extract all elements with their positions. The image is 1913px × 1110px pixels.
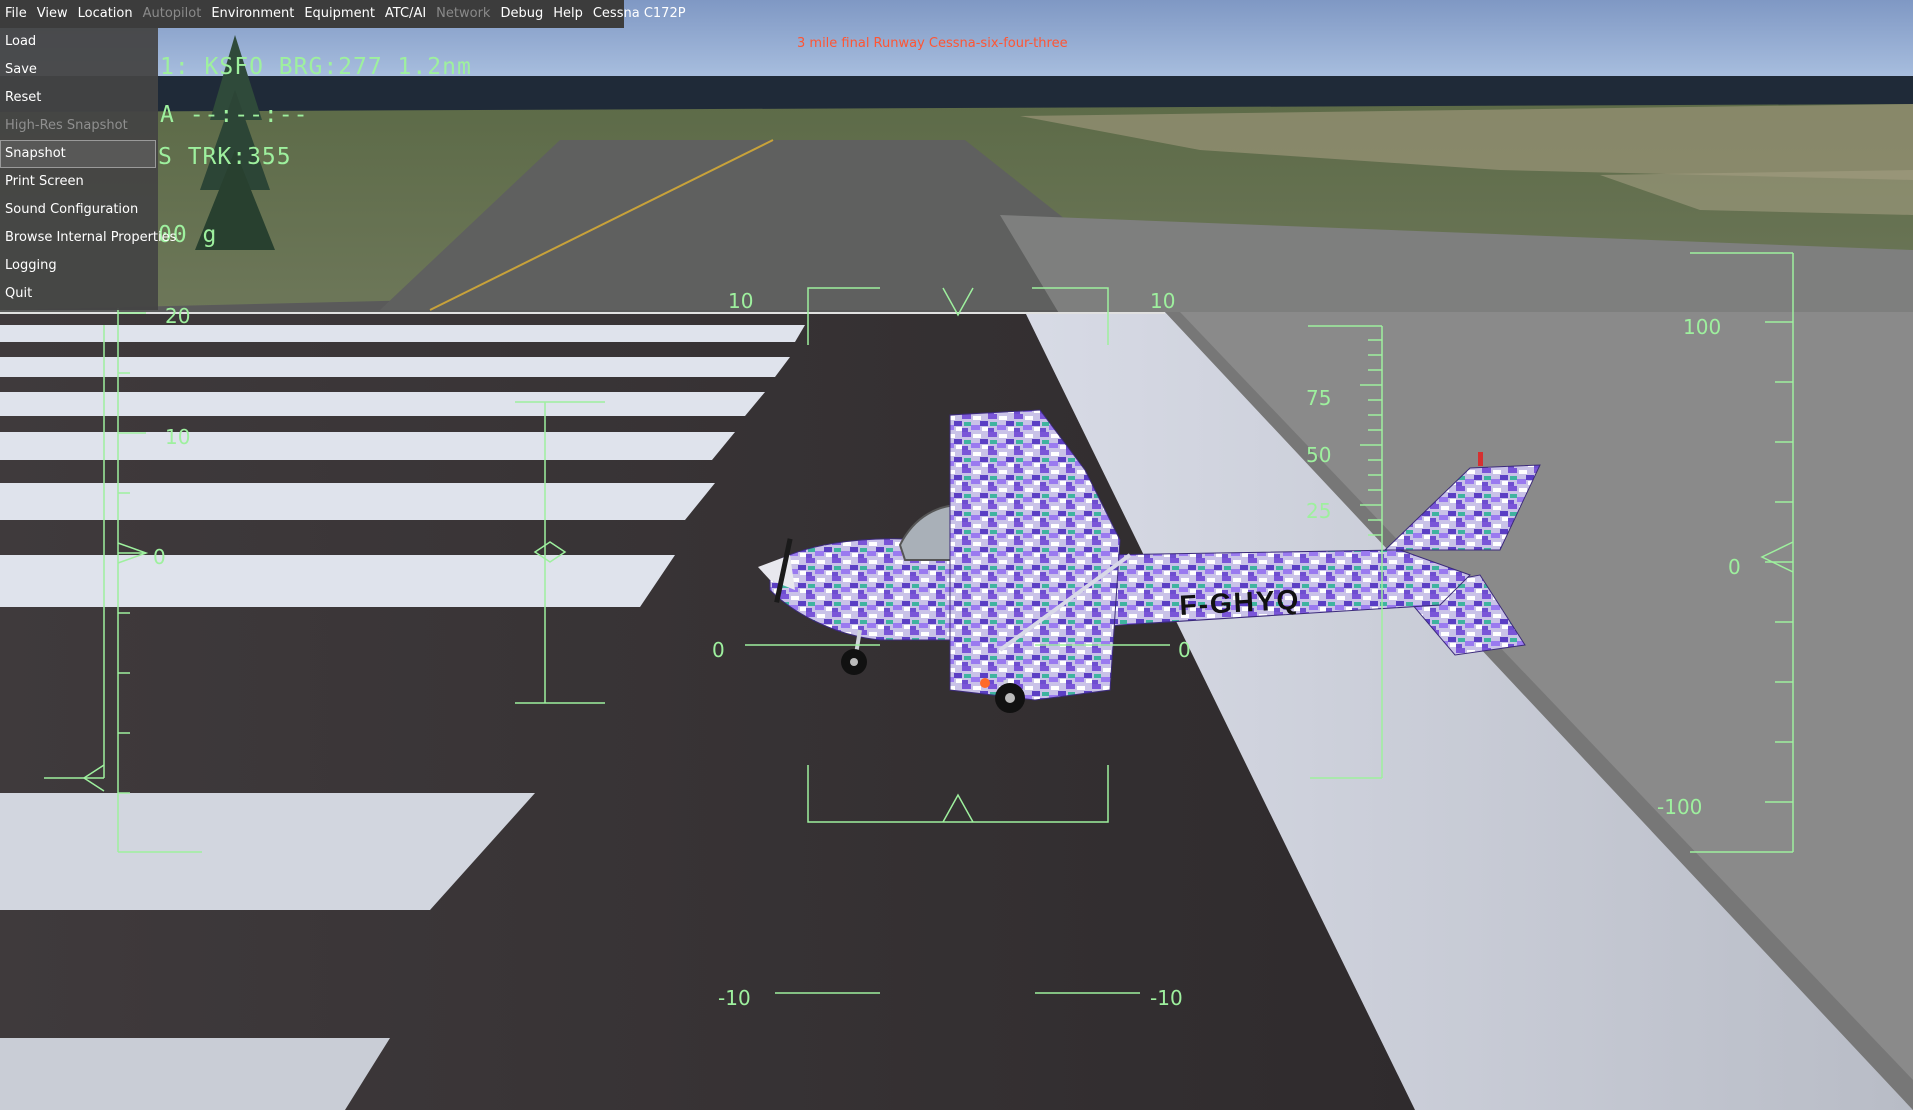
right-scale-label-100: 100	[1683, 315, 1722, 339]
menu-help[interactable]: Help	[548, 0, 588, 28]
menu-location[interactable]: Location	[73, 0, 138, 28]
hud-waypoint-line: 1: KSFO BRG:277 1.2nm	[160, 54, 472, 80]
file-menu-browse-internal-properties[interactable]: Browse Internal Properties	[0, 224, 176, 252]
inner-scale-label-25: 25	[1306, 499, 1332, 523]
pitch-label-bottom-left: -10	[718, 986, 751, 1010]
menu-view[interactable]: View	[32, 0, 73, 28]
menu-file[interactable]: File	[0, 0, 32, 28]
menu-debug[interactable]: Debug	[495, 0, 548, 28]
file-menu-snapshot[interactable]: Snapshot	[0, 140, 156, 168]
menu-network[interactable]: Network	[431, 0, 495, 28]
left-scale-label-0: 0	[153, 545, 166, 569]
menu-equipment[interactable]: Equipment	[299, 0, 380, 28]
inner-scale-label-50: 50	[1306, 443, 1332, 467]
menu-autopilot[interactable]: Autopilot	[138, 0, 207, 28]
pitch-label-top-left: 10	[728, 289, 754, 313]
pitch-label-mid-right: 0	[1178, 638, 1191, 662]
menu-aircraft[interactable]: Cessna C172P	[588, 0, 691, 28]
file-menu-print-screen[interactable]: Print Screen	[0, 168, 158, 196]
file-menu-sound-configuration[interactable]: Sound Configuration	[0, 196, 158, 224]
inner-scale-label-75: 75	[1306, 386, 1332, 410]
file-menu-load[interactable]: Load	[0, 28, 158, 56]
pitch-label-top-right: 10	[1150, 289, 1176, 313]
menu-bar: File View Location Autopilot Environment…	[0, 0, 686, 28]
left-scale-label-10: 10	[165, 425, 191, 449]
file-menu-high-res-snapshot[interactable]: High-Res Snapshot	[0, 112, 158, 140]
atc-message: 3 mile final Runway Cessna-six-four-thre…	[797, 36, 1068, 51]
file-menu-dropdown: Load Save Reset High-Res Snapshot Snapsh…	[0, 28, 176, 310]
menu-atc-ai[interactable]: ATC/AI	[380, 0, 431, 28]
pitch-label-mid-left: 0	[712, 638, 725, 662]
right-scale-label-minus-100: -100	[1657, 795, 1703, 819]
left-scale-label-20: 20	[165, 304, 191, 328]
pitch-label-bottom-right: -10	[1150, 986, 1183, 1010]
file-menu-reset[interactable]: Reset	[0, 84, 158, 112]
file-menu-logging[interactable]: Logging	[0, 252, 158, 280]
menu-environment[interactable]: Environment	[206, 0, 299, 28]
right-scale-label-0: 0	[1728, 555, 1741, 579]
hud-track-line: S TRK:355	[158, 144, 292, 170]
file-menu-quit[interactable]: Quit	[0, 280, 158, 308]
aircraft-registration: F-GHYQ	[1179, 584, 1301, 621]
hud-eta-line: A --:--:--	[160, 102, 309, 128]
file-menu-save[interactable]: Save	[0, 56, 158, 84]
